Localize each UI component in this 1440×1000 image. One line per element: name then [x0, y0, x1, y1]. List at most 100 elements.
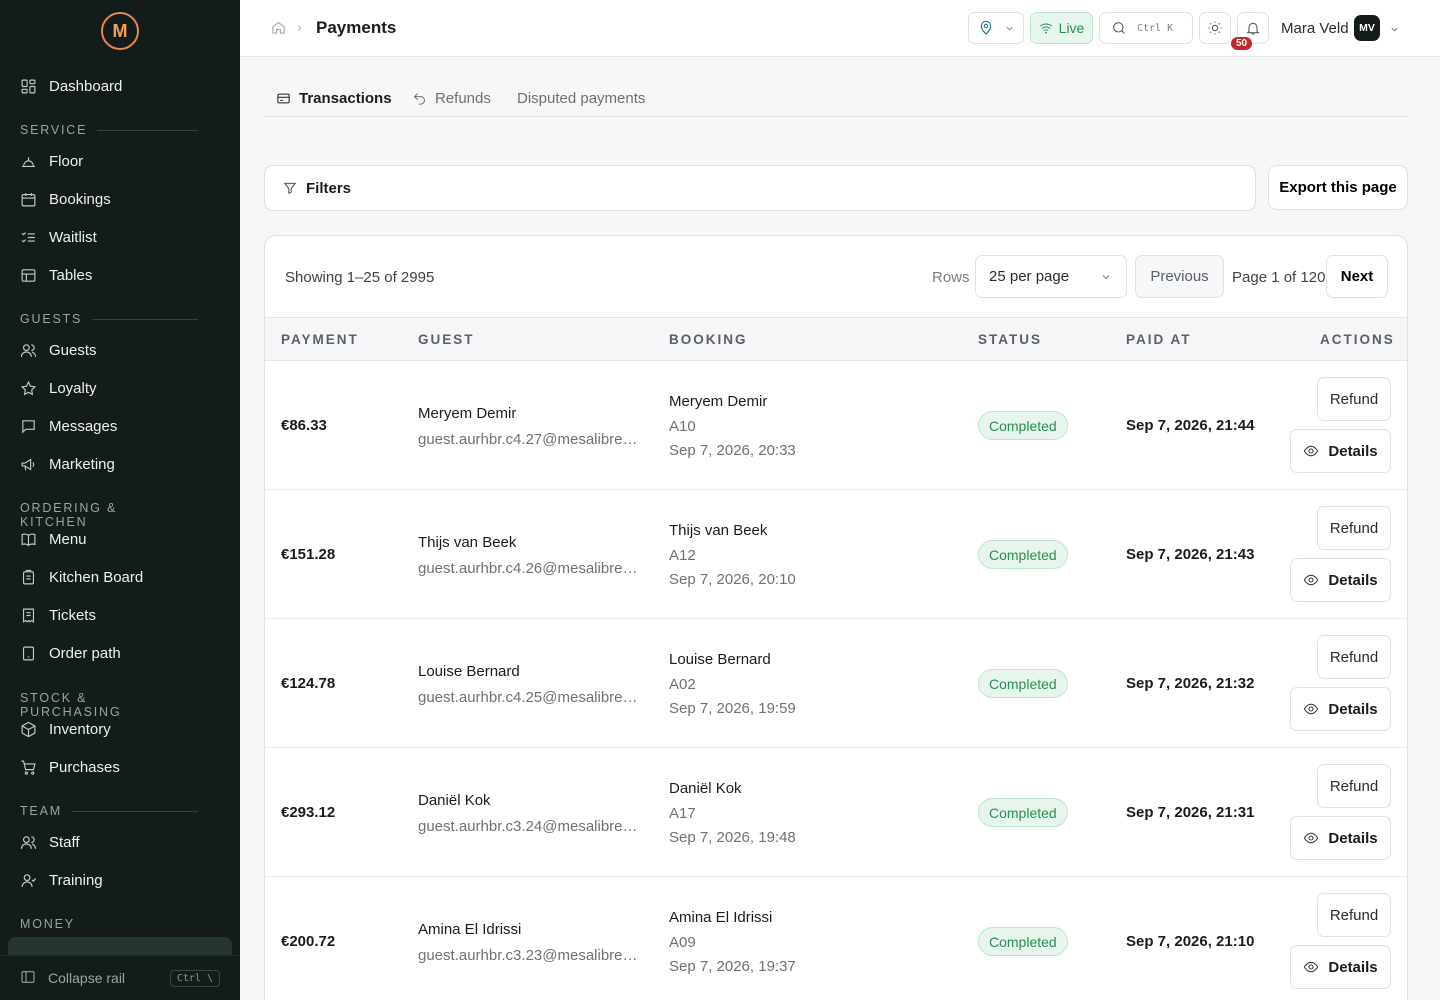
- guest-name: Daniël Kok: [418, 792, 491, 809]
- sidebar-item-order-path[interactable]: Order path: [0, 636, 240, 670]
- search-button[interactable]: Ctrl K: [1099, 12, 1193, 44]
- grid-icon: [20, 78, 37, 95]
- refund-button[interactable]: Refund: [1317, 377, 1391, 421]
- avatar[interactable]: MV: [1354, 15, 1380, 41]
- sidebar-toggle-icon: [20, 969, 48, 988]
- location-selector[interactable]: [968, 12, 1024, 44]
- live-status-button[interactable]: Live: [1030, 12, 1093, 44]
- topbar: › Payments Live Ctrl K 50 Mara Veld MV: [240, 0, 1440, 57]
- collapse-rail-button[interactable]: Collapse rail Ctrl \: [0, 955, 240, 1000]
- booking-table: A12: [669, 547, 696, 564]
- column-payment[interactable]: PAYMENT: [281, 332, 359, 347]
- next-page-button[interactable]: Next: [1326, 255, 1388, 298]
- sidebar-item-label: Messages: [49, 417, 118, 435]
- sidebar-item-floor[interactable]: Floor: [0, 144, 240, 178]
- guest-email: guest.aurhbr.c4.27@mesalibre.example: [418, 431, 638, 448]
- sidebar-item-label: Waitlist: [49, 228, 97, 246]
- sidebar-item-bookings[interactable]: Bookings: [0, 182, 240, 216]
- details-button[interactable]: Details: [1290, 429, 1391, 473]
- home-icon[interactable]: [271, 20, 286, 40]
- refund-button[interactable]: Refund: [1317, 764, 1391, 808]
- booking-time: Sep 7, 2026, 20:33: [669, 442, 796, 459]
- sidebar-item-loyalty[interactable]: Loyalty: [0, 371, 240, 405]
- bell-icon: [1246, 22, 1260, 35]
- rows-per-page-select[interactable]: 25 per page: [975, 255, 1127, 298]
- sidebar-item-label: Tables: [49, 266, 93, 284]
- previous-page-button[interactable]: Previous: [1135, 255, 1224, 298]
- notification-badge: 50: [1230, 36, 1254, 51]
- status-badge: Completed: [978, 927, 1068, 956]
- table-icon: [20, 267, 37, 284]
- payment-tabs: Transactions Refunds Disputed payments: [264, 78, 1408, 117]
- user-name[interactable]: Mara Veld: [1281, 20, 1349, 37]
- box-icon: [20, 721, 37, 738]
- rows-label: Rows: [932, 269, 970, 286]
- export-page-button[interactable]: Export this page: [1268, 165, 1408, 210]
- paid-at: Sep 7, 2026, 21:32: [1126, 675, 1255, 692]
- details-button[interactable]: Details: [1290, 687, 1391, 731]
- table-row[interactable]: €293.12 Daniël Kok guest.aurhbr.c3.24@me…: [265, 748, 1407, 877]
- sidebar-item-guests[interactable]: Guests: [0, 333, 240, 367]
- sidebar-item-label: Purchases: [49, 758, 120, 776]
- tab-refunds[interactable]: Refunds: [412, 90, 491, 107]
- filters-bar[interactable]: Filters: [264, 165, 1256, 211]
- refund-button[interactable]: Refund: [1317, 893, 1391, 937]
- page-title: Payments: [316, 18, 397, 37]
- brand-logo[interactable]: M: [101, 12, 139, 50]
- details-button[interactable]: Details: [1290, 816, 1391, 860]
- search-icon: [1113, 22, 1125, 34]
- tab-transactions[interactable]: Transactions: [276, 90, 392, 107]
- user-icon: [20, 872, 37, 889]
- sidebar-item-waitlist[interactable]: Waitlist: [0, 220, 240, 254]
- paid-at: Sep 7, 2026, 21:31: [1126, 804, 1255, 821]
- table-row[interactable]: €151.28 Thijs van Beek guest.aurhbr.c4.2…: [265, 490, 1407, 619]
- section-team: TEAM: [20, 804, 198, 818]
- table-row[interactable]: €124.78 Louise Bernard guest.aurhbr.c4.2…: [265, 619, 1407, 748]
- table-row[interactable]: €86.33 Meryem Demir guest.aurhbr.c4.27@m…: [265, 361, 1407, 490]
- page-info: Page 1 of 120: [1232, 269, 1326, 286]
- details-button[interactable]: Details: [1290, 945, 1391, 989]
- transactions-table-card: Showing 1–25 of 2995 Rows 25 per page Pr…: [264, 235, 1408, 1000]
- message-icon: [20, 418, 37, 435]
- guest-email: guest.aurhbr.c4.25@mesalibre.example: [418, 689, 638, 706]
- column-booking[interactable]: BOOKING: [669, 332, 748, 347]
- sidebar-item-messages[interactable]: Messages: [0, 409, 240, 443]
- column-guest[interactable]: GUEST: [418, 332, 475, 347]
- tab-disputed-payments[interactable]: Disputed payments: [517, 90, 645, 107]
- refund-button[interactable]: Refund: [1317, 506, 1391, 550]
- column-status[interactable]: STATUS: [978, 332, 1042, 347]
- sidebar-item-dashboard[interactable]: Dashboard: [0, 69, 240, 103]
- theme-toggle-button[interactable]: [1199, 12, 1231, 44]
- sidebar-item-kitchen-board[interactable]: Kitchen Board: [0, 560, 240, 594]
- eye-icon: [1304, 832, 1319, 844]
- sidebar-item-label: Kitchen Board: [49, 568, 144, 586]
- sidebar-item-training[interactable]: Training: [0, 863, 240, 897]
- cart-icon: [20, 759, 37, 776]
- booking-table: A10: [669, 418, 696, 435]
- sidebar-item-tables[interactable]: Tables: [0, 258, 240, 292]
- clipboard-icon: [20, 569, 37, 586]
- payment-amount: €124.78: [281, 675, 336, 692]
- undo-icon: [413, 93, 425, 105]
- sidebar-item-purchases[interactable]: Purchases: [0, 750, 240, 784]
- column-paid-at[interactable]: PAID AT: [1126, 332, 1192, 347]
- sidebar-item-label: Menu: [49, 530, 87, 548]
- table-row[interactable]: €200.72 Amina El Idrissi guest.aurhbr.c3…: [265, 877, 1407, 1000]
- details-button[interactable]: Details: [1290, 558, 1391, 602]
- refund-button[interactable]: Refund: [1317, 635, 1391, 679]
- sidebar-item-menu[interactable]: Menu: [0, 522, 240, 556]
- sidebar-item-marketing[interactable]: Marketing: [0, 447, 240, 481]
- sidebar-item-tickets[interactable]: Tickets: [0, 598, 240, 632]
- star-icon: [20, 380, 37, 397]
- guest-name: Amina El Idrissi: [418, 921, 522, 938]
- paid-at: Sep 7, 2026, 21:10: [1126, 933, 1255, 950]
- sidebar-item-inventory[interactable]: Inventory: [0, 712, 240, 746]
- chevron-down-icon[interactable]: [1389, 22, 1400, 40]
- column-actions: ACTIONS: [1320, 332, 1395, 347]
- users-icon: [20, 834, 37, 851]
- wifi-icon: [1039, 23, 1052, 34]
- sun-icon: [1208, 21, 1222, 35]
- status-badge: Completed: [978, 540, 1068, 569]
- paid-at: Sep 7, 2026, 21:43: [1126, 546, 1255, 563]
- sidebar-item-staff[interactable]: Staff: [0, 825, 240, 859]
